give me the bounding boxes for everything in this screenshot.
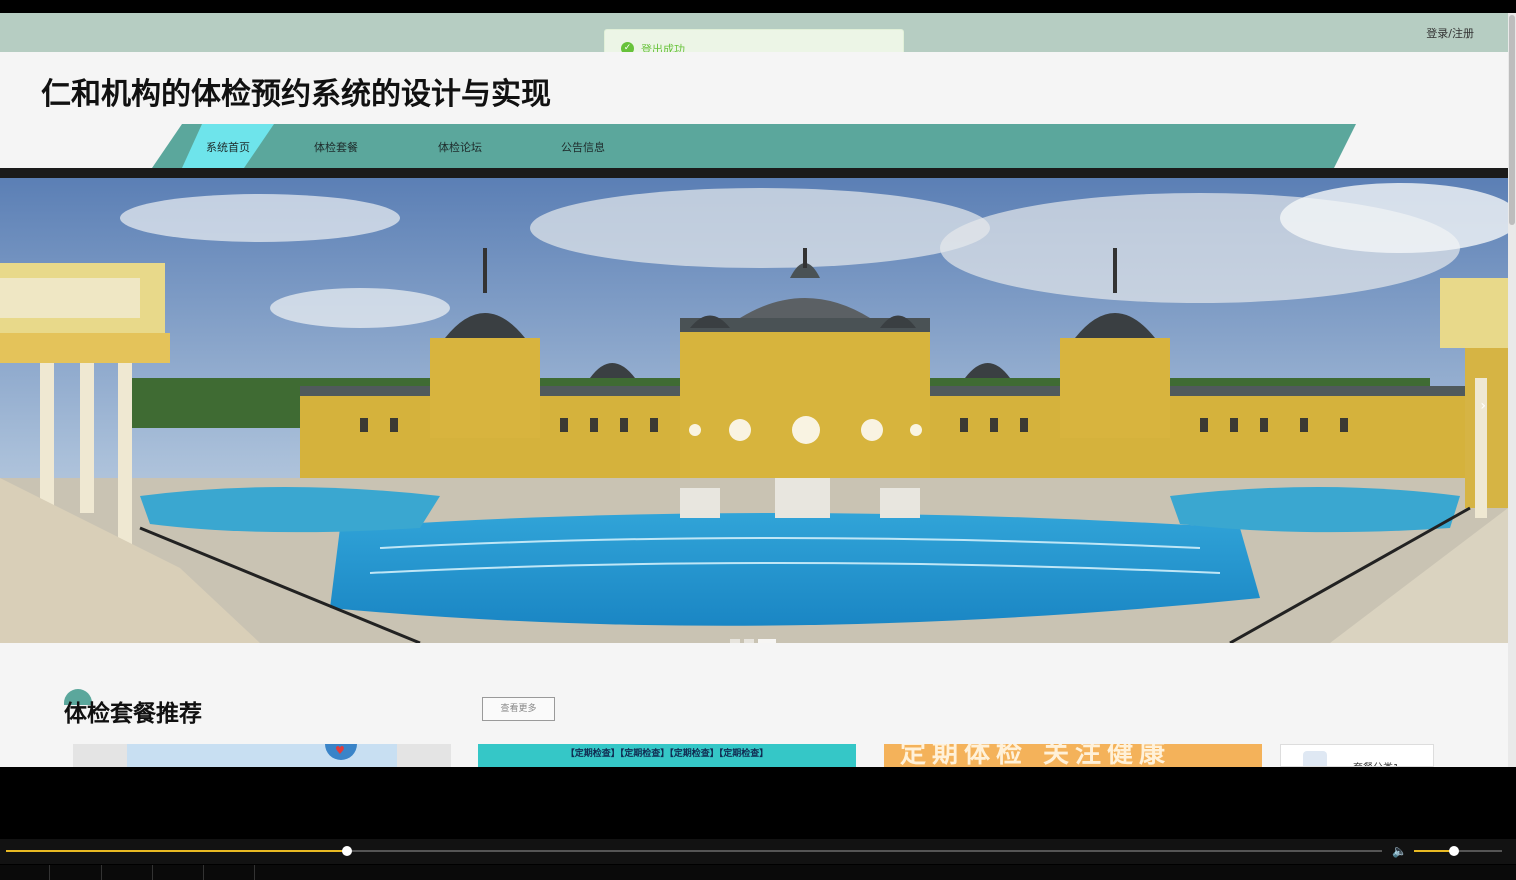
volume-level: [1414, 850, 1454, 852]
package-recommend-section: 体检套餐推荐 查看更多 【定期检查】【定期检查】【定期检查】【定期检查】 定期体…: [0, 643, 1508, 767]
banner-carousel[interactable]: ›: [0, 178, 1508, 643]
package-card-title: 套餐分类1: [1353, 759, 1399, 766]
view-more-button[interactable]: 查看更多: [482, 697, 555, 721]
scrollbar-thumb[interactable]: [1509, 15, 1515, 225]
volume-handle[interactable]: [1448, 846, 1459, 856]
browser-viewport: 登录/注册 ✓ 登出成功 仁和机构的体检预约系统的设计与实现 系统首页 体检套餐…: [0, 13, 1508, 767]
nav-item-home[interactable]: 系统首页: [206, 139, 250, 155]
package-card[interactable]: 【定期检查】【定期检查】【定期检查】【定期检查】: [478, 744, 856, 767]
nav-item-forum[interactable]: 体检论坛: [438, 139, 482, 155]
window-top-edge: [0, 0, 1516, 13]
page-scrollbar[interactable]: [1508, 13, 1516, 767]
taskbar-item[interactable]: [153, 865, 204, 880]
taskbar-item[interactable]: [204, 865, 255, 880]
taskbar-item[interactable]: [50, 865, 102, 880]
site-header: 仁和机构的体检预约系统的设计与实现: [0, 52, 1508, 124]
seek-progress: [6, 850, 348, 852]
package-card-banner-text: 【定期检查】【定期检查】【定期检查】【定期检查】: [565, 749, 769, 759]
chevron-right-icon[interactable]: ›: [1480, 398, 1486, 414]
site-title: 仁和机构的体检预约系统的设计与实现: [41, 77, 551, 112]
package-card[interactable]: 定期体检 关注健康: [884, 744, 1262, 767]
taskbar-item[interactable]: [102, 865, 153, 880]
banner-image: [0, 178, 1508, 643]
package-card[interactable]: [73, 744, 451, 767]
nav-bar: 系统首页 体检套餐 体检论坛 公告信息: [152, 124, 1356, 168]
nav-divider: [0, 168, 1508, 178]
taskbar-item[interactable]: [0, 865, 50, 880]
doctor-avatar: [1303, 751, 1327, 766]
video-player-controls: 🔈: [0, 767, 1516, 880]
main-nav: 系统首页 体检套餐 体检论坛 公告信息: [0, 124, 1508, 168]
carousel-indicators: [730, 630, 780, 643]
nav-item-packages[interactable]: 体检套餐: [314, 139, 358, 155]
package-card-banner-text: 定期体检 关注健康: [900, 744, 1172, 767]
login-register-link[interactable]: 登录/注册: [1426, 25, 1474, 41]
nav-item-notices[interactable]: 公告信息: [561, 139, 605, 155]
taskbar: [0, 865, 1516, 880]
package-card[interactable]: 套餐分类1: [1280, 744, 1434, 767]
speaker-icon[interactable]: 🔈: [1392, 844, 1407, 858]
section-title: 体检套餐推荐: [64, 701, 202, 727]
